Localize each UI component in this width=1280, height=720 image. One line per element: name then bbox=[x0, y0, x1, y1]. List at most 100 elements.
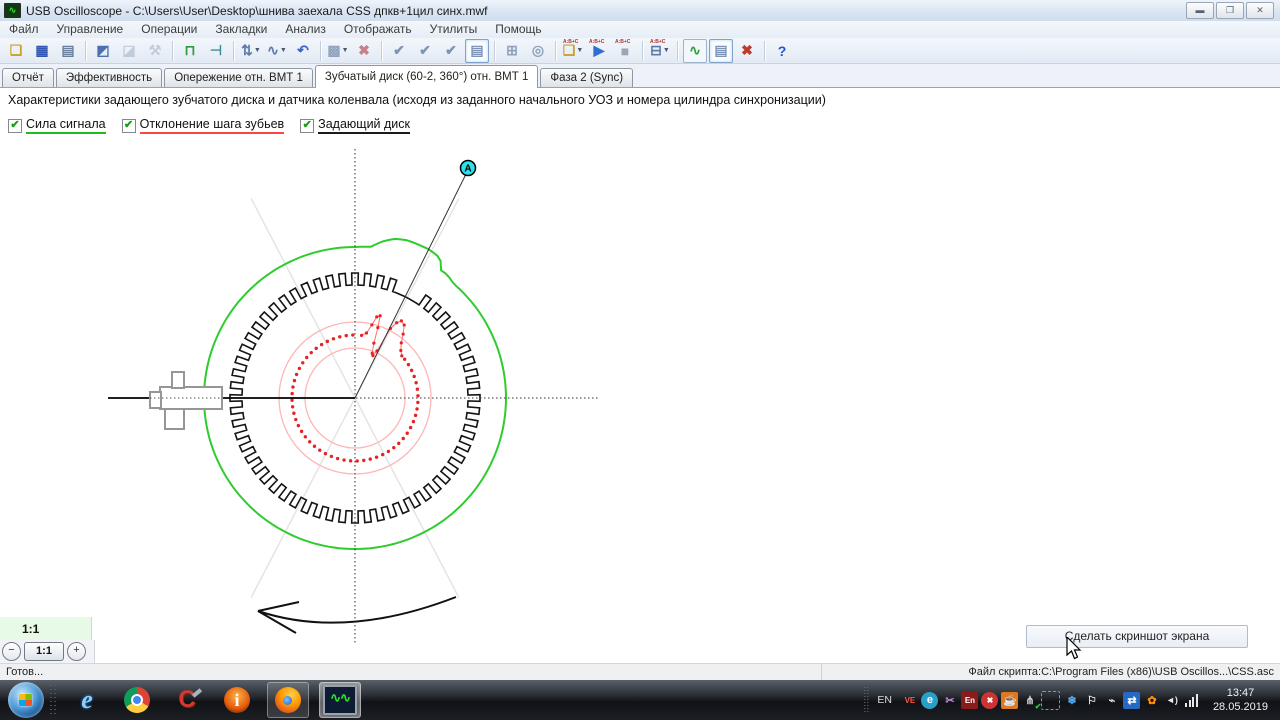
tray-ve-icon[interactable]: VE bbox=[901, 692, 918, 709]
apply-all-icon: ✔ bbox=[445, 42, 457, 59]
taskbar-ie-button[interactable]: e bbox=[67, 683, 107, 717]
menu-item-6[interactable]: Утилиты bbox=[421, 21, 487, 38]
copy-chart-button: ◪ bbox=[117, 39, 141, 63]
menu-item-2[interactable]: Операции bbox=[132, 21, 206, 38]
chart-search-button[interactable]: ◎ bbox=[526, 39, 550, 63]
tray-qip-icon[interactable]: ✿ bbox=[1143, 692, 1160, 709]
tray-expand-handle[interactable] bbox=[864, 687, 869, 713]
taskbar-oscilloscope-button[interactable]: ∿∿ bbox=[319, 682, 361, 718]
tray-power-icon[interactable]: ⌁ bbox=[1103, 692, 1120, 709]
chart-overlay-menu-button[interactable]: ▩▼ bbox=[326, 39, 350, 63]
checkbox-label: Отклонение шага зубьев bbox=[140, 117, 285, 134]
zoom-reset-button[interactable]: 1:1 bbox=[24, 642, 64, 661]
language-indicator[interactable]: EN bbox=[874, 694, 899, 706]
save-chart-button[interactable]: ◩ bbox=[91, 39, 115, 63]
chart-view-button[interactable]: ∿ bbox=[683, 39, 707, 63]
undo-icon: ↶ bbox=[297, 42, 309, 59]
apply-check-button[interactable]: ✔ bbox=[387, 39, 411, 63]
export-report-button[interactable]: ▤ bbox=[56, 39, 80, 63]
dropdown-arrow-icon[interactable]: ▼ bbox=[280, 47, 287, 54]
apply-all-button[interactable]: ✔ bbox=[439, 39, 463, 63]
abc-run-icon: ▶ bbox=[594, 42, 605, 59]
signal-scale-menu-button[interactable]: ⇅▼ bbox=[239, 39, 263, 63]
zoom-in-button[interactable]: + bbox=[67, 642, 86, 661]
abc-run-button[interactable]: A:B+C▶ bbox=[587, 39, 611, 63]
tray-teamviewer-icon[interactable]: ⇄ bbox=[1123, 692, 1140, 709]
apply-check-icon: ✔ bbox=[393, 42, 405, 59]
help-button[interactable]: ? bbox=[770, 39, 794, 63]
scale-indicator: 1:1 bbox=[0, 617, 92, 640]
menu-item-5[interactable]: Отображать bbox=[335, 21, 421, 38]
svg-text:A: A bbox=[464, 164, 471, 175]
tab-3[interactable]: Зубчатый диск (60-2, 360°) отн. ВМТ 1 bbox=[315, 65, 539, 88]
menu-item-1[interactable]: Управление bbox=[48, 21, 133, 38]
dropdown-arrow-icon[interactable]: ▼ bbox=[663, 47, 670, 54]
menu-item-3[interactable]: Закладки bbox=[206, 21, 276, 38]
chart-frame-button[interactable]: ⊞ bbox=[500, 39, 524, 63]
checkbox-trigger-disk[interactable]: ✔ Задающий диск bbox=[300, 117, 410, 134]
taskbar-ccleaner-button[interactable]: C bbox=[167, 683, 207, 717]
dropdown-arrow-icon[interactable]: ▼ bbox=[254, 47, 261, 54]
undo-button[interactable]: ↶ bbox=[291, 39, 315, 63]
taskbar-firefox-button[interactable] bbox=[267, 682, 309, 718]
delete-marks-button[interactable]: ✖ bbox=[735, 39, 759, 63]
restore-button[interactable]: ❐ bbox=[1216, 2, 1244, 19]
zoom-controls: − 1:1 + bbox=[0, 640, 95, 663]
abc-calc-button[interactable]: A:B+C⊟▼ bbox=[648, 39, 672, 63]
tray-snowflake-icon[interactable]: ❄ bbox=[1063, 692, 1080, 709]
menu-item-4[interactable]: Анализ bbox=[276, 21, 335, 38]
checkbox-icon[interactable]: ✔ bbox=[122, 119, 136, 133]
signal-wave-menu-button[interactable]: ∿▼ bbox=[265, 39, 289, 63]
checkbox-icon[interactable]: ✔ bbox=[300, 119, 314, 133]
menu-item-0[interactable]: Файл bbox=[0, 21, 48, 38]
tab-4[interactable]: Фаза 2 (Sync) bbox=[540, 68, 633, 87]
tab-2[interactable]: Опережение отн. ВМТ 1 bbox=[164, 68, 313, 87]
dropdown-arrow-icon[interactable]: ▼ bbox=[342, 47, 349, 54]
taskbar-grip bbox=[50, 685, 56, 715]
tray-java-icon[interactable]: ☕ bbox=[1001, 692, 1018, 709]
tray-error-icon[interactable]: ✖ bbox=[981, 692, 998, 709]
checkbox-tooth-pitch-deviation[interactable]: ✔ Отклонение шага зубьев bbox=[122, 117, 285, 134]
abc-stop-button[interactable]: A:B+C■ bbox=[613, 39, 637, 63]
tray-eset-icon[interactable]: e bbox=[921, 692, 938, 709]
save-file-button[interactable]: ▦ bbox=[30, 39, 54, 63]
dropdown-arrow-icon[interactable]: ▼ bbox=[576, 47, 583, 54]
tray-volume-icon[interactable]: ◄) bbox=[1163, 692, 1180, 709]
measure-tool-button[interactable]: ⊣ bbox=[204, 39, 228, 63]
minimize-button[interactable]: ▬ bbox=[1186, 2, 1214, 19]
tab-0[interactable]: Отчёт bbox=[2, 68, 54, 87]
script-page-button[interactable]: ▤ bbox=[465, 39, 489, 63]
taskbar-clock[interactable]: 13:47 28.05.2019 bbox=[1203, 686, 1280, 714]
impulse-view-button[interactable]: ⊓ bbox=[178, 39, 202, 63]
delete-chart-button[interactable]: ✖ bbox=[352, 39, 376, 63]
open-file-icon: ❏ bbox=[10, 42, 23, 59]
tab-1[interactable]: Эффективность bbox=[56, 68, 162, 87]
close-button[interactable]: ✕ bbox=[1246, 2, 1274, 19]
start-button[interactable] bbox=[8, 682, 44, 718]
open-file-button[interactable]: ❏ bbox=[4, 39, 28, 63]
zoom-out-button[interactable]: − bbox=[2, 642, 21, 661]
checkbox-icon[interactable]: ✔ bbox=[8, 119, 22, 133]
tray-scissors-icon[interactable]: ✂ bbox=[941, 692, 958, 709]
tray-network-icon[interactable] bbox=[1183, 692, 1200, 709]
apply-down-button[interactable]: ✔ bbox=[413, 39, 437, 63]
taskbar: eCi∿∿ EN VEe✂En✖☕⋔✔❄⚐⌁⇄✿◄) 13:47 28.05.2… bbox=[0, 680, 1280, 720]
abc-open-button[interactable]: A:B+C❏▼ bbox=[561, 39, 585, 63]
sensor-position-marker: A bbox=[355, 161, 476, 399]
menu-item-7[interactable]: Помощь bbox=[486, 21, 550, 38]
toolbar-separator bbox=[233, 41, 234, 61]
tray-actioncenter-flag-icon[interactable]: ⚐ bbox=[1083, 692, 1100, 709]
tab-bar: ОтчётЭффективностьОпережение отн. ВМТ 1З… bbox=[0, 64, 1280, 88]
taskbar-chrome-button[interactable] bbox=[117, 683, 157, 717]
system-tray: EN VEe✂En✖☕⋔✔ ❄⚐⌁⇄✿◄) 13:47 28.05.2019 bbox=[864, 680, 1280, 720]
take-screenshot-button[interactable]: Сделать скриншот экрана bbox=[1026, 625, 1248, 648]
checkbox-signal-strength[interactable]: ✔ Сила сигнала bbox=[8, 117, 106, 134]
diagram-canvas[interactable]: A bbox=[0, 135, 1280, 663]
tray-en-icon[interactable]: En bbox=[961, 692, 978, 709]
tray-snip-icon[interactable] bbox=[1041, 691, 1060, 710]
script-view-button[interactable]: ▤ bbox=[709, 39, 733, 63]
taskbar-info-button[interactable]: i bbox=[217, 683, 257, 717]
status-bar: Готов... Файл скрипта:C:\Program Files (… bbox=[0, 663, 1280, 681]
tray-usb-icon[interactable]: ⋔✔ bbox=[1021, 692, 1038, 709]
script-page-icon: ▤ bbox=[470, 42, 483, 59]
